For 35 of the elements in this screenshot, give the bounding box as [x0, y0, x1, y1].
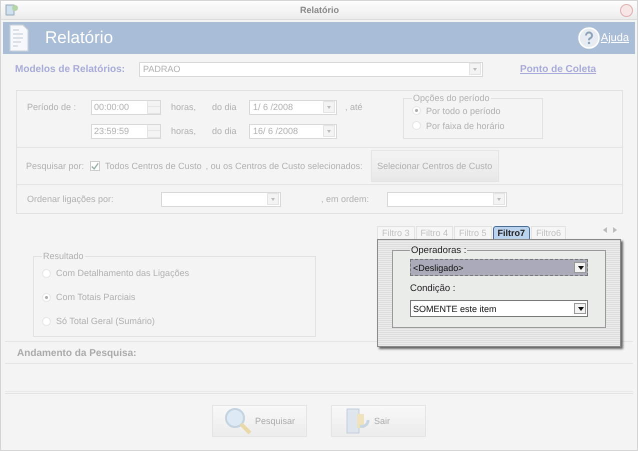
time-field[interactable]: 00:00:00 [91, 100, 161, 114]
window-title: Relatório [298, 5, 340, 15]
period-options-title: Opções do período [412, 93, 491, 103]
document-icon [9, 24, 29, 52]
progress-label: Andamento da Pesquisa: [5, 348, 633, 364]
day-label: do dia [212, 102, 238, 112]
result-option[interactable]: Com Totais Parciais [42, 285, 307, 309]
order-label: , em ordem: [321, 194, 370, 204]
day-label: do dia [212, 126, 238, 136]
period-option[interactable]: Por todo o período [412, 103, 534, 118]
hours-label: horas, [171, 102, 198, 112]
all-cost-centers-checkbox[interactable] [90, 161, 100, 171]
hours-label: horas, [171, 126, 198, 136]
condition-dropdown[interactable]: SOMENTE este item [410, 300, 588, 317]
select-cost-centers-button[interactable]: Selecionar Centros de Custo [370, 150, 499, 182]
search-by-label: Pesquisar por: [26, 161, 84, 171]
result-option[interactable]: Só Total Geral (Sumário) [42, 309, 307, 333]
period-option[interactable]: Por faixa de horário [412, 118, 534, 133]
period-label: Período de : [27, 102, 78, 112]
result-option[interactable]: Com Detalhamento das Ligações [42, 261, 307, 285]
operators-title: Operadoras : [410, 245, 468, 256]
magnifier-icon [223, 406, 253, 436]
date-picker[interactable]: 1/ 6 /2008 [249, 100, 337, 114]
until-label: , até [345, 102, 363, 112]
models-label: Modelos de Relatórios: [15, 64, 126, 74]
condition-label: Condição : [410, 283, 456, 294]
operator-dropdown[interactable]: <Desligado> [410, 259, 588, 276]
selected-cost-centers-label: , ou os Centros de Custo selecionados: [206, 161, 363, 171]
app-icon [5, 3, 19, 17]
date-picker[interactable]: 16/ 6 /2008 [249, 124, 337, 138]
all-cost-centers-label: Todos Centros de Custo [105, 161, 202, 171]
result-title: Resultado [42, 251, 85, 261]
header-title: Relatório [45, 28, 114, 48]
order-by-label: Ordenar ligações por: [27, 194, 115, 204]
time-field[interactable]: 23:59:59 [91, 124, 161, 138]
